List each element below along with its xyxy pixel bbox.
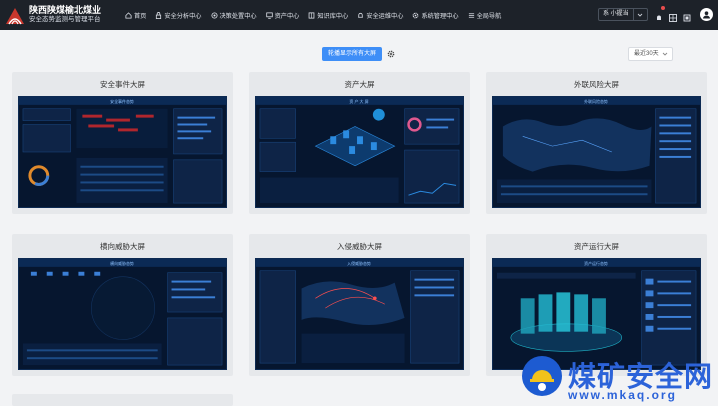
nav-item-system[interactable]: 系统管理中心 xyxy=(412,11,459,20)
thumb-header: 资 产 大 屏 xyxy=(349,99,368,104)
watermark: 煤矿安全网 www.mkaq.org xyxy=(520,354,718,406)
card-title: 外联风险大屏 xyxy=(574,80,619,89)
dashboard-thumbnail[interactable]: 安全事件态势 xyxy=(18,96,227,208)
card-title: 横向威胁大屏 xyxy=(100,242,145,251)
book-icon xyxy=(309,11,315,19)
company-logo-icon xyxy=(6,8,24,25)
home-icon xyxy=(125,11,132,19)
dashboard-card-lateral-threat[interactable]: 横向威胁大屏 横向威胁态势 xyxy=(12,234,233,376)
user-avatar-icon xyxy=(703,11,710,19)
dashboard-card-external-risk[interactable]: 外联风险大屏 外联风险态势 xyxy=(486,72,707,214)
dashboard-thumbnail[interactable]: 资 产 大 屏 xyxy=(255,96,464,208)
nav-item-label: 安全分析中心 xyxy=(164,12,202,20)
app-subtitle: 安全态势监测与管理平台 xyxy=(29,16,101,24)
nav-item-operations[interactable]: 安全运维中心 xyxy=(357,11,403,20)
menu-icon xyxy=(468,12,474,18)
fullscreen-icon[interactable] xyxy=(683,9,691,22)
time-range-select[interactable]: 最近30天 xyxy=(628,47,673,61)
avatar[interactable] xyxy=(700,8,713,21)
carousel-all-screens-button[interactable]: 轮播显示所有大屏 xyxy=(322,47,382,61)
card-title: 入侵威胁大屏 xyxy=(337,242,382,251)
notification-bell-icon[interactable] xyxy=(655,6,665,20)
dashboard-thumbnail[interactable]: 入侵威胁态势 xyxy=(255,258,464,370)
nav-item-label: 资产中心 xyxy=(274,12,300,20)
thumb-header: 安全事件态势 xyxy=(110,99,134,104)
nav-item-label: 决策处置中心 xyxy=(219,12,257,20)
nav-item-label: 全局导航 xyxy=(476,12,502,20)
dashboard-card-assets[interactable]: 资产大屏 资 产 大 屏 xyxy=(249,72,470,214)
main-nav: 首页 安全分析中心 决策处置中心 资产中心 知识库中心 安全运维中心 系统管理中… xyxy=(125,11,510,20)
gear-icon xyxy=(413,12,419,18)
nav-item-label: 首页 xyxy=(134,12,147,20)
nav-item-global[interactable]: 全局导航 xyxy=(468,11,502,20)
grid-icon[interactable] xyxy=(669,9,677,22)
brand[interactable]: 陕西陕煤榆北煤业 安全态势监测与管理平台 xyxy=(0,4,118,26)
thumb-header: 外联风险态势 xyxy=(584,99,608,104)
top-icon-group xyxy=(655,6,697,22)
nav-item-security-analysis[interactable]: 安全分析中心 xyxy=(155,11,202,20)
dashboard-thumbnail[interactable]: 横向威胁态势 xyxy=(18,258,227,370)
watermark-logo-icon xyxy=(522,356,562,396)
monitor-icon xyxy=(265,11,273,19)
nav-item-home[interactable]: 首页 xyxy=(125,11,146,20)
user-switcher[interactable]: 系 小握当 xyxy=(598,8,648,21)
bell-icon xyxy=(358,12,364,18)
dashboard-card-partial[interactable] xyxy=(12,394,233,406)
card-title: 安全事件大屏 xyxy=(100,80,145,89)
dashboard-card-security-events[interactable]: 安全事件大屏 安全事件态势 xyxy=(12,72,233,214)
dashboard-card-intrusion-threat[interactable]: 入侵威胁大屏 入侵威胁态势 xyxy=(249,234,470,376)
watermark-url: www.mkaq.org xyxy=(568,388,677,402)
nav-item-decision[interactable]: 决策处置中心 xyxy=(210,11,257,20)
nav-item-label: 知识库中心 xyxy=(317,12,349,20)
nav-item-knowledge[interactable]: 知识库中心 xyxy=(308,11,348,20)
dashboard-thumbnail[interactable]: 外联风险态势 xyxy=(492,96,701,208)
app-title: 陕西陕煤榆北煤业 xyxy=(29,5,102,16)
time-range-value: 最近30天 xyxy=(634,51,659,57)
card-title: 资产运行大屏 xyxy=(574,242,619,251)
chevron-down-icon[interactable] xyxy=(634,9,647,20)
nav-item-label: 系统管理中心 xyxy=(421,12,459,20)
thumb-header: 资产运行态势 xyxy=(584,261,608,266)
card-title: 资产大屏 xyxy=(344,80,375,89)
settings-gear-icon[interactable] xyxy=(387,50,395,58)
top-navigation-bar: 陕西陕煤榆北煤业 安全态势监测与管理平台 首页 安全分析中心 决策处置中心 资产… xyxy=(0,0,718,30)
nav-item-assets[interactable]: 资产中心 xyxy=(265,11,300,20)
thumb-header: 横向威胁态势 xyxy=(110,261,134,266)
chevron-down-icon xyxy=(662,52,668,56)
notification-badge xyxy=(661,6,665,10)
lock-icon xyxy=(156,11,162,19)
user-name: 系 小握当 xyxy=(599,9,634,20)
target-icon xyxy=(210,11,218,19)
nav-item-label: 安全运维中心 xyxy=(366,12,404,20)
thumb-header: 入侵威胁态势 xyxy=(347,261,371,266)
